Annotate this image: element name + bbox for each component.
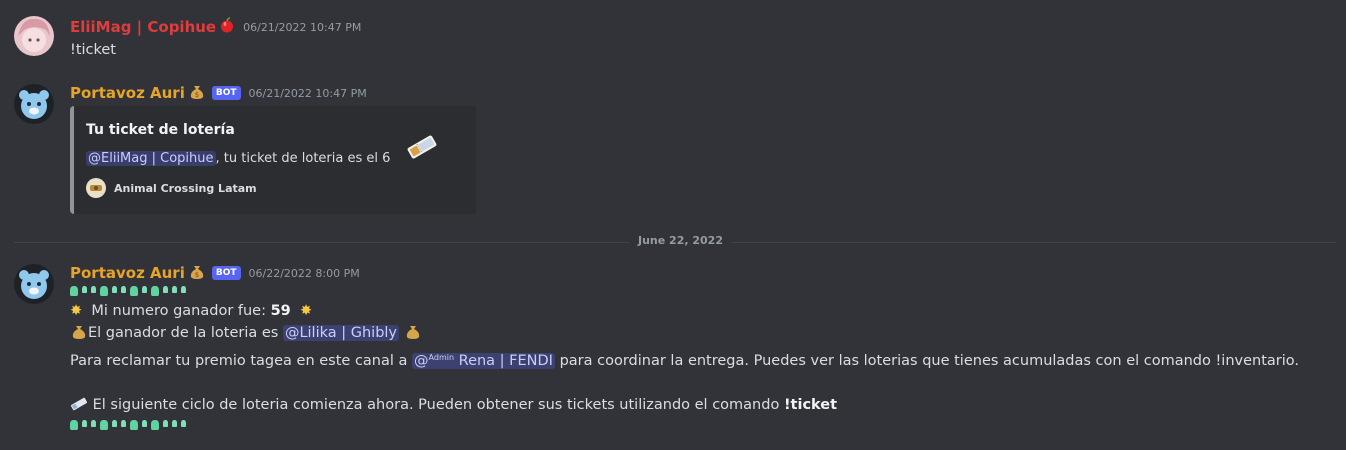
ticket-icon[interactable] (404, 132, 440, 162)
date-divider-label: June 22, 2022 (630, 234, 731, 247)
bot-tag: BOT (211, 266, 241, 280)
winner-label: El ganador de la loteria es (88, 325, 283, 341)
leaf-decoration-icon (70, 420, 186, 430)
bot-avatar-portavoz[interactable] (14, 84, 54, 124)
bot-avatar-portavoz[interactable] (14, 264, 54, 304)
ticket-icon (70, 396, 88, 418)
author-name[interactable]: Portavoz Auri (70, 264, 185, 282)
user-mention[interactable]: @EliiMag | Copihue (86, 151, 216, 166)
money-bag-icon (404, 322, 422, 347)
winner-line: El ganador de la loteria es @Lilika | Gh… (70, 322, 1330, 347)
server-icon (86, 178, 106, 198)
sparkle-icon: ✸ (70, 303, 83, 319)
message-text: !ticket (70, 42, 116, 58)
next-cycle-text: El siguiente ciclo de loteria comienza a… (88, 397, 784, 413)
winner-mention[interactable]: @Lilika | Ghibly (282, 325, 400, 341)
winning-number-line: ✸ Mi numero ganador fue: 59 ✸ (70, 300, 1330, 322)
author-name[interactable]: EliiMag | Copihue (70, 18, 216, 36)
admin-mention[interactable]: @Admin Rena | FENDI (412, 353, 555, 369)
next-cycle-line: El siguiente ciclo de loteria comienza a… (70, 394, 1330, 418)
user-avatar-eliimag[interactable] (14, 16, 54, 56)
apple-icon (219, 17, 235, 37)
admin-mention-name: Rena | FENDI (454, 353, 553, 369)
claim-text-b: para coordinar la entrega. Puedes ver la… (554, 353, 1299, 369)
money-bag-icon: $ (188, 82, 206, 104)
timestamp: 06/21/2022 10:47 PM (243, 20, 362, 34)
embed-description: @EliiMag | Copihue, tu ticket de loteria… (86, 151, 390, 166)
embed-footer-text: Animal Crossing Latam (114, 181, 257, 195)
admin-mention-sup: Admin (428, 353, 455, 362)
embed-title: Tu ticket de lotería (86, 122, 235, 138)
embed-footer: Animal Crossing Latam (86, 178, 257, 198)
winning-number: 59 (270, 303, 291, 319)
svg-text:$: $ (195, 271, 199, 279)
claim-text-a: Para reclamar tu premio tagea en este ca… (70, 353, 413, 369)
author-name[interactable]: Portavoz Auri (70, 84, 185, 102)
ticket-command: !ticket (783, 397, 838, 413)
sparkle-icon: ✸ (300, 303, 313, 319)
bot-tag: BOT (211, 86, 241, 100)
decorative-line-top (70, 284, 1330, 298)
timestamp: 06/21/2022 10:47 PM (248, 86, 367, 100)
money-bag-icon (70, 322, 88, 347)
leaf-decoration-icon (70, 286, 186, 296)
money-bag-icon: $ (188, 262, 206, 284)
embed-description-text: , tu ticket de loteria es el 6 (215, 151, 391, 166)
winning-number-label: Mi numero ganador fue: (91, 303, 271, 319)
admin-mention-prefix: @ (414, 353, 429, 369)
claim-instructions-line: Para reclamar tu premio tagea en este ca… (70, 347, 1330, 372)
svg-text:$: $ (195, 91, 199, 99)
timestamp: 06/22/2022 8:00 PM (248, 266, 360, 280)
lottery-ticket-embed: Tu ticket de lotería @EliiMag | Copihue,… (70, 106, 476, 214)
decorative-line-bottom (70, 418, 1330, 432)
